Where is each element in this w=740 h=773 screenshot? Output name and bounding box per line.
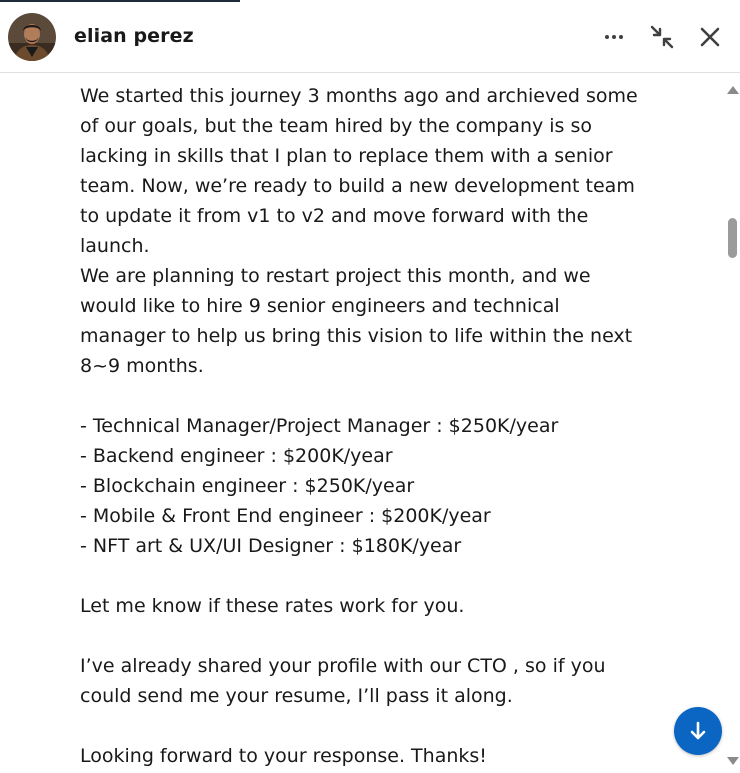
top-edge-strip: [0, 0, 240, 2]
role-line: - Backend engineer : $200K/year: [80, 445, 393, 467]
role-line: - Technical Manager/Project Manager : $2…: [80, 415, 559, 437]
scroll-to-bottom-button[interactable]: [674, 707, 722, 755]
message-paragraph: Looking forward to your response. Thanks…: [80, 745, 487, 767]
message-paragraph: Let me know if these rates work for you.: [80, 595, 465, 617]
scrollbar-thumb[interactable]: [728, 218, 737, 258]
message-paragraph: We started this journey 3 months ago and…: [80, 85, 638, 257]
message-body: We started this journey 3 months ago and…: [80, 81, 640, 771]
vertical-scrollbar[interactable]: [724, 74, 740, 773]
message-thread[interactable]: We started this journey 3 months ago and…: [0, 74, 724, 773]
ellipsis-icon: [605, 35, 623, 39]
contact-name[interactable]: elian perez: [74, 25, 194, 47]
role-line: - Mobile & Front End engineer : $200K/ye…: [80, 505, 491, 527]
minimize-conversation-button[interactable]: [645, 20, 679, 54]
chat-window: elian perez We started this journey 3 mo…: [0, 0, 740, 773]
chat-header: elian perez: [0, 0, 740, 73]
avatar[interactable]: [8, 13, 56, 61]
more-options-button[interactable]: [597, 20, 631, 54]
collapse-arrows-icon: [650, 25, 674, 49]
message-paragraph: I’ve already shared your profile with ou…: [80, 655, 606, 707]
scroll-up-arrow-icon[interactable]: [727, 86, 739, 94]
role-line: - Blockchain engineer : $250K/year: [80, 475, 415, 497]
role-line: - NFT art & UX/UI Designer : $180K/year: [80, 535, 462, 557]
close-icon: [700, 27, 720, 47]
close-conversation-button[interactable]: [693, 20, 727, 54]
profile-photo-icon: [8, 13, 56, 61]
arrow-down-icon: [690, 721, 706, 740]
message-paragraph: We are planning to restart project this …: [80, 265, 633, 377]
scroll-down-arrow-icon[interactable]: [727, 757, 739, 765]
